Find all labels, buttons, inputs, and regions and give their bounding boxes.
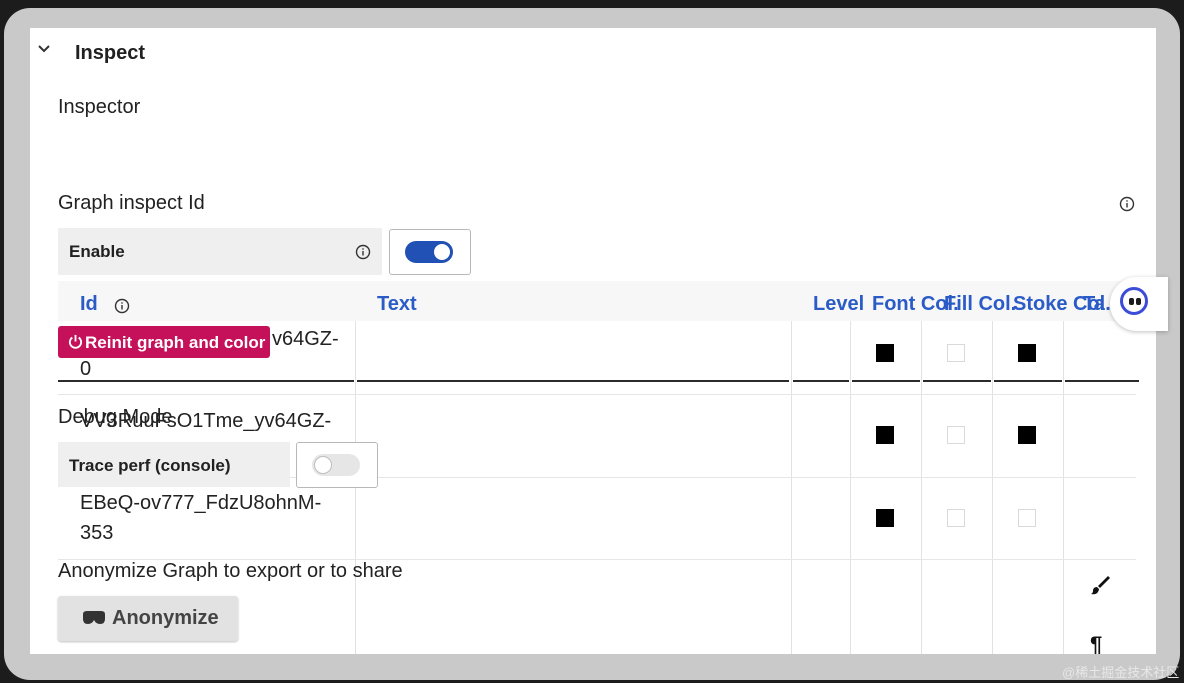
stroke-color-swatch[interactable]: [1018, 426, 1036, 444]
inspect-panel: Inspect Inspector Graph inspect Id Enabl…: [30, 28, 1156, 654]
column-divider: [850, 321, 851, 654]
debug-mode-label: Debug Mode: [58, 406, 173, 428]
column-divider: [1063, 321, 1064, 654]
fill-color-swatch[interactable]: [947, 344, 965, 362]
assistant-face-icon: [1120, 287, 1148, 315]
reinit-graph-button[interactable]: Reinit graph and color: [58, 326, 270, 358]
font-color-swatch[interactable]: [876, 426, 894, 444]
row-id-line2: 353: [80, 522, 114, 544]
column-divider: [921, 321, 922, 654]
enable-toggle[interactable]: [405, 241, 453, 263]
column-header-id[interactable]: Id: [80, 293, 98, 316]
fill-color-underline: [923, 380, 991, 382]
stroke-color-underline: [994, 380, 1062, 382]
watermark: @稀土掘金技术社区: [1062, 665, 1180, 680]
trace-toggle-container: [296, 442, 378, 488]
column-header-level[interactable]: Level: [813, 293, 864, 316]
fill-color-swatch[interactable]: [947, 509, 965, 527]
stroke-color-swatch[interactable]: [1018, 344, 1036, 362]
trace-perf-row: Trace perf (console): [58, 442, 290, 487]
column-divider: [791, 321, 792, 654]
anonymize-description: Anonymize Graph to export or to share: [58, 560, 403, 582]
toggle-knob: [434, 244, 450, 260]
column-header-ta[interactable]: Ta: [1083, 293, 1105, 316]
trace-perf-label: Trace perf (console): [69, 456, 231, 475]
column-header-fill-color[interactable]: Fill Col.: [944, 293, 1016, 316]
window-frame: Inspect Inspector Graph inspect Id Enabl…: [4, 8, 1180, 680]
row-divider: [58, 394, 1136, 395]
text-input-underline[interactable]: [357, 380, 789, 382]
eye-left: [1129, 298, 1134, 305]
eye-right: [1136, 298, 1141, 305]
ta-underline: [1065, 380, 1139, 382]
row-id-line2: 0: [80, 358, 92, 380]
font-color-swatch[interactable]: [876, 509, 894, 527]
enable-row: Enable: [58, 228, 382, 275]
floating-assistant-button[interactable]: [1110, 277, 1168, 331]
font-color-swatch[interactable]: [876, 344, 894, 362]
enable-label: Enable: [69, 242, 125, 261]
info-icon[interactable]: [114, 298, 130, 314]
section-title[interactable]: Inspect: [75, 42, 145, 65]
chevron-down-icon[interactable]: [36, 40, 52, 56]
reinit-button-label: Reinit graph and color: [85, 333, 266, 352]
column-header-text[interactable]: Text: [377, 293, 417, 316]
anonymize-button[interactable]: Anonymize: [58, 596, 238, 641]
anonymize-button-label: Anonymize: [112, 607, 219, 629]
row-id-line1: v64GZ-: [272, 328, 339, 350]
enable-toggle-container: [389, 229, 471, 275]
id-input-underline: [58, 380, 354, 382]
stroke-color-swatch[interactable]: [1018, 509, 1036, 527]
power-icon: [68, 334, 83, 349]
graph-inspect-id-label: Graph inspect Id: [58, 192, 205, 214]
info-icon[interactable]: [1119, 196, 1135, 212]
level-input-underline[interactable]: [793, 380, 849, 382]
mask-icon: [83, 611, 105, 624]
fill-color-swatch[interactable]: [947, 426, 965, 444]
inspector-heading: Inspector: [58, 96, 141, 118]
column-divider: [992, 321, 993, 654]
info-icon[interactable]: [355, 244, 371, 260]
trace-perf-toggle[interactable]: [312, 454, 360, 476]
row-id-line1: EBeQ-ov777_FdzU8ohnM-: [80, 492, 322, 514]
font-color-underline: [852, 380, 920, 382]
toggle-knob: [314, 456, 332, 474]
paragraph-icon[interactable]: ¶: [1090, 632, 1102, 654]
paintbrush-icon[interactable]: [1088, 573, 1112, 597]
top-edge: [0, 0, 1184, 8]
